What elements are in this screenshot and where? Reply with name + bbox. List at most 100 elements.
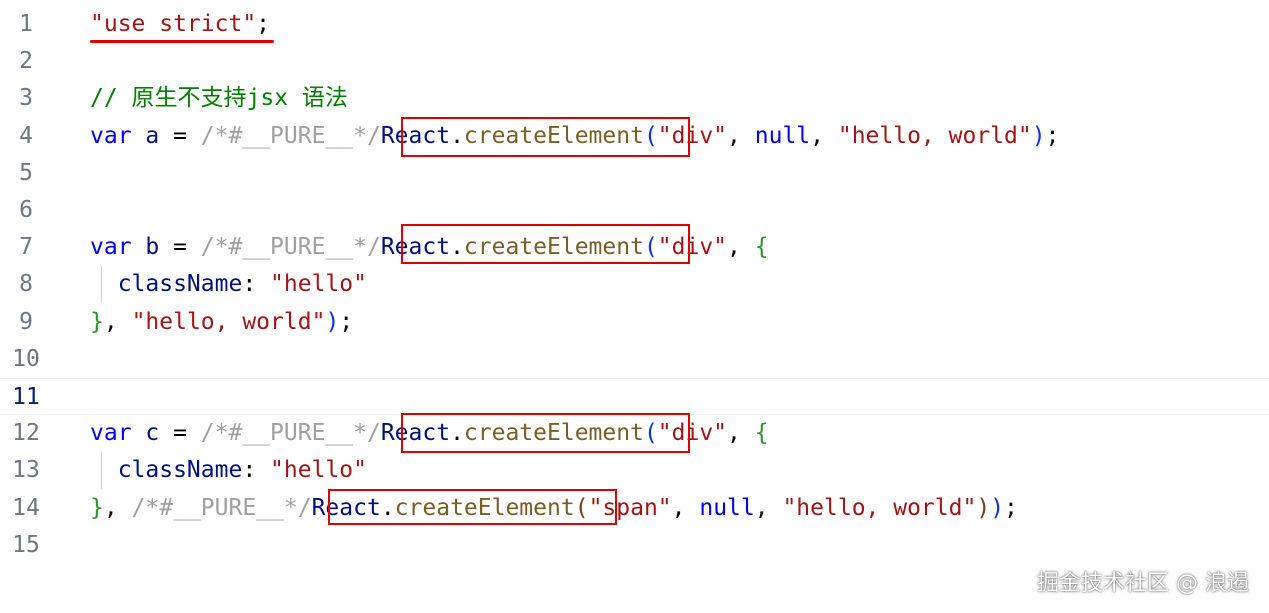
code-editor[interactable]: 1 "use strict"; 2 3 // 原生不支持jsx 语法 4 var a = /…	[0, 0, 1269, 613]
code-text: // 原生不支持jsx 语法	[90, 80, 348, 117]
code-text: }, "hello, world");	[90, 304, 353, 341]
token-br1: )	[1031, 122, 1046, 149]
token-null: null	[754, 122, 811, 149]
token-str: "div"	[657, 122, 728, 149]
code-line-14[interactable]: 14 }, /*#__PURE__*/React.createElement("s…	[0, 490, 1269, 527]
token-br2: }	[90, 494, 104, 521]
token-null: null	[699, 494, 755, 521]
token-pun: ,	[810, 122, 838, 149]
token-br1: (	[643, 234, 658, 261]
token-pun: ,	[103, 494, 132, 521]
line-number: 12	[12, 420, 40, 447]
token-str: "div"	[657, 234, 728, 261]
line-number: 9	[19, 308, 33, 335]
line-number: 4	[19, 122, 33, 149]
token-str: "hello, world"	[131, 308, 326, 335]
line-number: 14	[12, 494, 40, 521]
code-text: className: "hello"	[90, 266, 367, 303]
token-br1: )	[990, 494, 1005, 521]
code-line-15[interactable]: 15	[0, 527, 1269, 564]
token-pun: ,	[103, 308, 132, 335]
token-prop: className	[90, 457, 243, 484]
token-br1: )	[325, 308, 340, 335]
token-str: "hello"	[270, 457, 367, 484]
token-br1: (	[643, 122, 658, 149]
token-var: React	[380, 122, 451, 149]
code-line-2[interactable]: 2	[0, 43, 1269, 80]
token-pun: ,	[727, 122, 755, 149]
underline-use-strict	[90, 40, 274, 43]
token-cmt2: /*#__PURE__*/	[131, 494, 312, 521]
token-pun: ,	[754, 494, 783, 521]
token-br2: }	[90, 308, 104, 335]
line-number: 13	[12, 457, 40, 484]
code-text: var b = /*#__PURE__*/React.createElement…	[90, 229, 769, 266]
token-br3: )	[976, 494, 991, 521]
line-number: 3	[19, 85, 33, 112]
token-pun: .	[450, 420, 464, 447]
token-pun: ,	[671, 494, 700, 521]
token-str: "div"	[657, 420, 728, 447]
token-pun: :	[242, 457, 271, 484]
token-str: "hello"	[270, 271, 367, 298]
code-text: var c = /*#__PURE__*/React.createElement…	[90, 415, 769, 452]
token-fn: createElement	[463, 122, 644, 149]
code-line-12[interactable]: 12 var c = /*#__PURE__*/React.createEleme…	[0, 415, 1269, 452]
code-line-9[interactable]: 9}, "hello, world");	[0, 304, 1269, 341]
code-line-11[interactable]: 11	[0, 378, 1269, 415]
code-line-8[interactable]: 8 className: "hello"	[0, 266, 1269, 304]
code-text: className: "hello"	[90, 452, 367, 489]
line-number: 6	[19, 197, 33, 223]
token-kw: var	[90, 122, 132, 149]
token-fn: createElement	[394, 494, 575, 521]
token-fn: createElement	[463, 420, 644, 447]
line-number: 10	[12, 345, 40, 372]
token-br3: (	[574, 494, 589, 521]
token-pun: =	[173, 420, 201, 447]
token-var: React	[311, 494, 381, 521]
token-br1: (	[643, 420, 658, 447]
token-pun: .	[380, 494, 395, 521]
token-str: "hello, world"	[782, 494, 977, 521]
code-line-5[interactable]: 5	[0, 155, 1269, 192]
code-line-13[interactable]: 13 className: "hello"	[0, 452, 1269, 490]
token-cmt2: /*#__PURE__*/	[200, 420, 381, 447]
token-kw: var	[90, 234, 132, 261]
code-text: }, /*#__PURE__*/React.createElement("spa…	[90, 490, 1018, 527]
token-cmt2: /*#__PURE__*/	[200, 234, 381, 261]
token-kw: var	[90, 420, 132, 447]
code-line-3[interactable]: 3 // 原生不支持jsx 语法	[0, 80, 1269, 117]
token-pun: ,	[727, 234, 755, 261]
code-line-6[interactable]: 6	[0, 192, 1269, 229]
code-text: var a = /*#__PURE__*/React.createElement…	[90, 118, 1059, 155]
line-number: 8	[19, 271, 33, 298]
line-number: 15	[12, 531, 40, 558]
watermark-text: 掘金技术社区 @ 浪遏	[1037, 571, 1249, 596]
code-line-7[interactable]: 7 var b = /*#__PURE__*/React.createElemen…	[0, 229, 1269, 266]
token-cmt: // 原生不支持jsx 语法	[90, 85, 348, 112]
token-prop: className	[90, 271, 243, 298]
token-var: React	[380, 234, 451, 261]
token-pun: .	[450, 122, 464, 149]
token-var: React	[380, 420, 451, 447]
line-number: 5	[19, 159, 33, 186]
token-pun: .	[450, 234, 464, 261]
token-br2: {	[754, 234, 769, 261]
line-number: 7	[19, 234, 33, 261]
token-var: a	[131, 122, 174, 149]
code-line-4[interactable]: 4 var a = /*#__PURE__*/React.createElemen…	[0, 118, 1269, 155]
token-pun: ;	[256, 11, 271, 37]
code-text: "use strict";	[90, 6, 270, 43]
token-br2: {	[754, 420, 769, 447]
token-pun: =	[173, 234, 201, 261]
token-str: "hello, world"	[837, 122, 1032, 149]
token-pun: :	[242, 271, 271, 298]
code-line-10[interactable]: 10	[0, 341, 1269, 378]
token-str: "use strict"	[90, 11, 257, 37]
line-number: 2	[19, 48, 33, 75]
token-pun: ;	[1004, 494, 1018, 521]
token-pun: ;	[339, 308, 354, 335]
code-line-1[interactable]: 1 "use strict";	[0, 6, 1269, 43]
token-var: c	[131, 420, 174, 447]
token-var: b	[131, 234, 174, 261]
